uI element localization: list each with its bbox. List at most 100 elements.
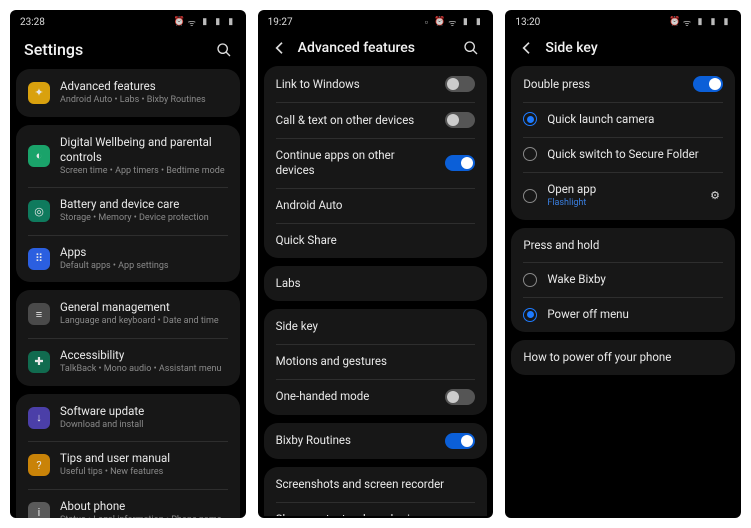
section-double-press: Double pressQuick launch cameraQuick swi… — [511, 66, 735, 220]
tips-icon: ? — [28, 454, 50, 476]
alarm-icon: ⏰ — [174, 17, 184, 27]
item-title: Continue apps on other devices — [276, 148, 436, 178]
item-title: Tips and user manual — [60, 451, 228, 466]
nfc-icon: ▫ — [421, 17, 431, 28]
status-icons: ⏰ ᯤ ▮ ▮ ▮ — [669, 16, 731, 29]
adv-item-motions[interactable]: Motions and gestures — [264, 344, 488, 379]
item-title: Call & text on other devices — [276, 113, 436, 128]
settings-item-advanced[interactable]: ✦Advanced featuresAndroid Auto • Labs • … — [16, 69, 240, 117]
toggle-link-windows[interactable] — [445, 76, 475, 92]
radio-power-off[interactable]: Power off menu — [511, 297, 735, 332]
alarm-icon: ⏰ — [669, 17, 679, 27]
item-title: Apps — [60, 245, 228, 260]
adv-item-one-handed[interactable]: One-handed mode — [264, 379, 488, 415]
item-title: How to power off your phone — [523, 350, 671, 365]
adv-item-screenshots[interactable]: Screenshots and screen recorder — [264, 467, 488, 502]
page-title: Advanced features — [298, 40, 454, 56]
status-bar: 19:27 ▫ ⏰ ᯤ ▮ ▮ — [258, 10, 494, 30]
adv-item-link-windows[interactable]: Link to Windows — [264, 66, 488, 102]
advanced-list[interactable]: Link to Windows Call & text on other devi… — [258, 66, 494, 516]
back-icon[interactable] — [519, 40, 535, 56]
settings-group: ◐Digital Wellbeing and parental controls… — [16, 125, 240, 283]
toggle-call-text[interactable] — [445, 112, 475, 128]
section-toggle[interactable] — [693, 76, 723, 92]
radio-wake-bixby[interactable]: Wake Bixby — [511, 262, 735, 297]
battery-icon: ◎ — [28, 200, 50, 222]
signal-icon: ▮ — [200, 17, 210, 27]
settings-item-apps[interactable]: ⠿AppsDefault apps • App settings — [16, 235, 240, 283]
settings-item-general[interactable]: ≡General managementLanguage and keyboard… — [16, 290, 240, 338]
gear-icon[interactable]: ⚙ — [707, 188, 723, 204]
status-time: 13:20 — [515, 17, 540, 28]
adv-item-bixby-routines[interactable]: Bixby Routines — [264, 423, 488, 459]
settings-item-software[interactable]: ↓Software updateDownload and install — [16, 394, 240, 442]
sidekey-list[interactable]: Double pressQuick launch cameraQuick swi… — [505, 66, 741, 516]
settings-item-tips[interactable]: ? Tips and user manualUseful tips • New f… — [16, 441, 240, 489]
radio-quick-camera[interactable]: Quick launch camera — [511, 102, 735, 137]
adv-item-call-text[interactable]: Call & text on other devices — [264, 102, 488, 138]
radio-icon[interactable] — [523, 112, 537, 126]
adv-group: Bixby Routines — [264, 423, 488, 459]
radio-label: Power off menu — [547, 307, 723, 322]
adv-group: Screenshots and screen recorderShow cont… — [264, 467, 488, 516]
item-title: Digital Wellbeing and parental controls — [60, 135, 228, 165]
radio-icon[interactable] — [523, 147, 537, 161]
toggle-one-handed[interactable] — [445, 389, 475, 405]
radio-icon[interactable] — [523, 308, 537, 322]
search-icon[interactable] — [216, 42, 232, 58]
signal-icon: ▮ — [460, 17, 470, 27]
battery-icon: ▮ — [721, 17, 731, 27]
screen-settings: 23:28 ⏰ ᯤ ▮ ▮ ▮ Settings ✦Advanced featu… — [10, 10, 246, 518]
settings-item-about[interactable]: iAbout phoneStatus • Legal information •… — [16, 489, 240, 518]
battery-icon: ▮ — [473, 17, 483, 27]
radio-icon[interactable] — [523, 189, 537, 203]
settings-list[interactable]: ✦Advanced featuresAndroid Auto • Labs • … — [10, 69, 246, 518]
adv-item-quick-share[interactable]: Quick Share — [264, 223, 488, 258]
settings-item-battery[interactable]: ◎ Battery and device careStorage • Memory… — [16, 187, 240, 235]
item-title: Advanced features — [60, 79, 228, 94]
battery-icon: ▮ — [226, 17, 236, 27]
adv-item-labs[interactable]: Labs — [264, 266, 488, 301]
back-icon[interactable] — [272, 40, 288, 56]
adv-group: Labs — [264, 266, 488, 301]
page-title: Side key — [545, 40, 727, 56]
header: Settings — [10, 30, 246, 69]
adv-item-android-auto[interactable]: Android Auto — [264, 188, 488, 223]
page-title: Settings — [24, 40, 206, 59]
toggle-continue-apps[interactable] — [445, 155, 475, 171]
item-title: Battery and device care — [60, 197, 228, 212]
wifi-icon: ᯤ — [447, 16, 457, 29]
status-time: 23:28 — [20, 17, 45, 28]
item-subtitle: Status • Legal information • Phone name — [60, 515, 228, 518]
accessibility-icon: ✚ — [28, 351, 50, 373]
screen-side-key: 13:20 ⏰ ᯤ ▮ ▮ ▮ Side key Double pressQui… — [505, 10, 741, 518]
advanced-icon: ✦ — [28, 82, 50, 104]
settings-item-wellbeing[interactable]: ◐Digital Wellbeing and parental controls… — [16, 125, 240, 188]
footer-card: How to power off your phone — [511, 340, 735, 375]
radio-label: Open app — [547, 182, 697, 197]
settings-group: ≡General managementLanguage and keyboard… — [16, 290, 240, 385]
item-subtitle: Useful tips • New features — [60, 467, 228, 479]
radio-open-app[interactable]: Open appFlashlight⚙ — [511, 172, 735, 220]
radio-icon[interactable] — [523, 273, 537, 287]
item-title: General management — [60, 300, 228, 315]
toggle-bixby-routines[interactable] — [445, 433, 475, 449]
how-to-power-off[interactable]: How to power off your phone — [511, 340, 735, 375]
adv-item-show-contacts[interactable]: Show contacts when sharing content — [264, 502, 488, 517]
item-subtitle: Screen time • App timers • Bedtime mode — [60, 166, 228, 178]
search-icon[interactable] — [463, 40, 479, 56]
adv-item-side-key[interactable]: Side key — [264, 309, 488, 344]
status-icons: ▫ ⏰ ᯤ ▮ ▮ — [421, 16, 483, 29]
radio-label: Wake Bixby — [547, 272, 723, 287]
item-subtitle: Storage • Memory • Device protection — [60, 213, 228, 225]
item-title: Accessibility — [60, 348, 228, 363]
radio-secure-folder[interactable]: Quick switch to Secure Folder — [511, 137, 735, 172]
settings-item-accessibility[interactable]: ✚AccessibilityTalkBack • Mono audio • As… — [16, 338, 240, 386]
header: Advanced features — [258, 30, 494, 66]
adv-group: Side keyMotions and gestures One-handed m… — [264, 309, 488, 415]
adv-item-continue-apps[interactable]: Continue apps on other devices — [264, 138, 488, 188]
screen-advanced-features: 19:27 ▫ ⏰ ᯤ ▮ ▮ Advanced features Link t… — [258, 10, 494, 518]
item-title: One-handed mode — [276, 389, 436, 404]
software-icon: ↓ — [28, 407, 50, 429]
about-icon: i — [28, 502, 50, 518]
